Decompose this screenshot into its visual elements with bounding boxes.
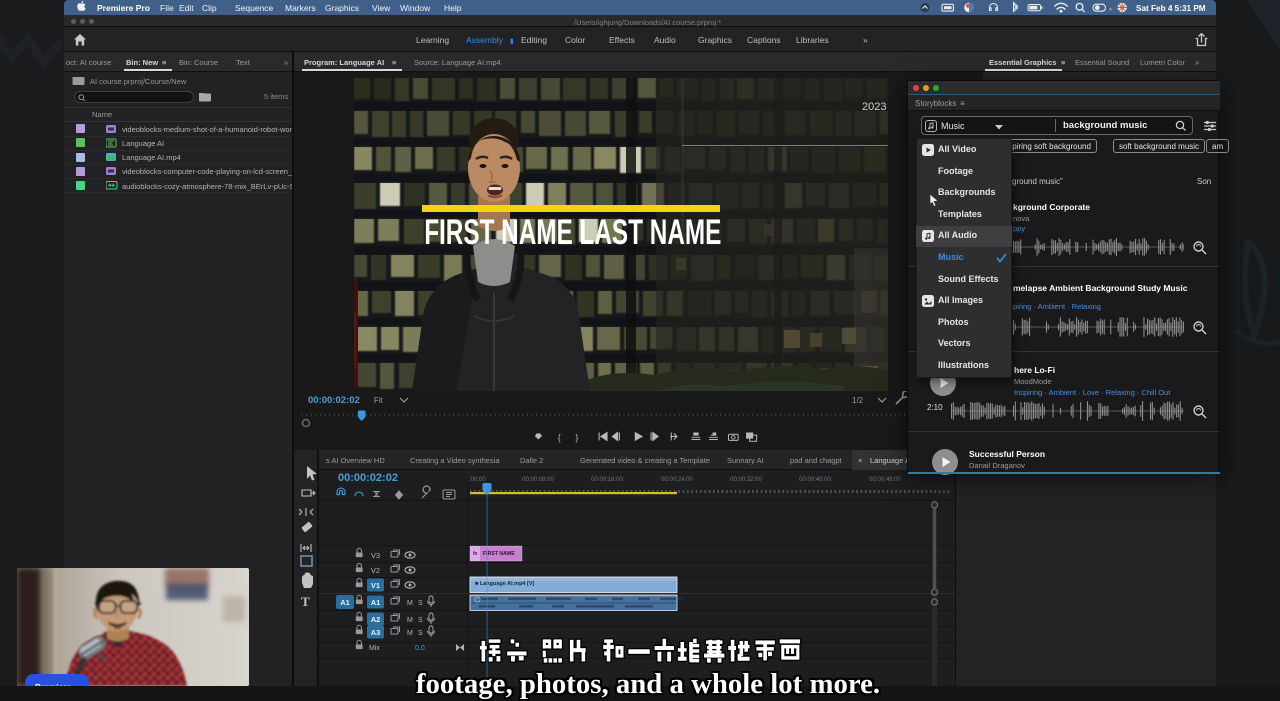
svg-text:fx: fx [473,551,478,557]
svg-text:Fit: Fit [374,396,384,405]
svg-text:00:00:08:00: 00:00:08:00 [522,477,554,483]
svg-text:00:00:48:00: 00:00:48:00 [869,477,901,483]
svg-text:■ Language AI.mp4 [V]: ■ Language AI.mp4 [V] [475,581,535,587]
svg-text:Sequence: Sequence [235,3,274,13]
svg-text:0.0: 0.0 [415,645,425,652]
svg-text:Mix: Mix [369,645,380,652]
svg-text:M: M [407,630,413,637]
svg-text:Sat Feb 4 5:31 PM: Sat Feb 4 5:31 PM [1136,4,1206,13]
svg-text:Window: Window [400,3,431,13]
svg-text:A2: A2 [371,615,381,624]
svg-text:FIRST NAME LAST NAME: FIRST NAME LAST NAME [424,214,721,252]
svg-text:A1: A1 [340,598,350,607]
svg-text:Edit: Edit [179,3,194,13]
svg-text:Help: Help [444,3,462,13]
svg-text:T: T [301,594,310,609]
svg-text:Graphics: Graphics [325,3,359,13]
svg-text:M: M [407,617,413,624]
svg-text:00:00:16:00: 00:00:16:00 [591,477,623,483]
svg-text:1/2: 1/2 [852,396,864,405]
svg-text:M: M [407,600,413,607]
svg-text:Premiere Pro: Premiere Pro [97,3,150,13]
svg-text:2023: 2023 [862,101,886,113]
svg-text:S: S [418,617,423,624]
svg-text:Markers: Markers [285,3,316,13]
svg-text:V3: V3 [371,551,380,560]
svg-text:V1: V1 [371,581,380,590]
svg-text:FIRST NAME: FIRST NAME [483,551,515,557]
svg-text::00:00: :00:00 [469,477,486,483]
svg-text:V2: V2 [371,566,380,575]
svg-text:Clip: Clip [202,3,217,13]
svg-text:}: } [575,432,578,442]
svg-text:00:00:24:00: 00:00:24:00 [661,477,693,483]
svg-text:00:00:40:00: 00:00:40:00 [799,477,831,483]
svg-text:File: File [160,3,174,13]
svg-text:S: S [418,600,423,607]
svg-text:S: S [418,630,423,637]
svg-text:A1: A1 [371,598,381,607]
svg-text:00:00:02:02: 00:00:02:02 [308,395,360,406]
svg-text:View: View [372,3,391,13]
svg-text:A3: A3 [371,628,381,637]
svg-text:{: { [558,432,561,442]
svg-text:00:00:32:00: 00:00:32:00 [730,477,762,483]
